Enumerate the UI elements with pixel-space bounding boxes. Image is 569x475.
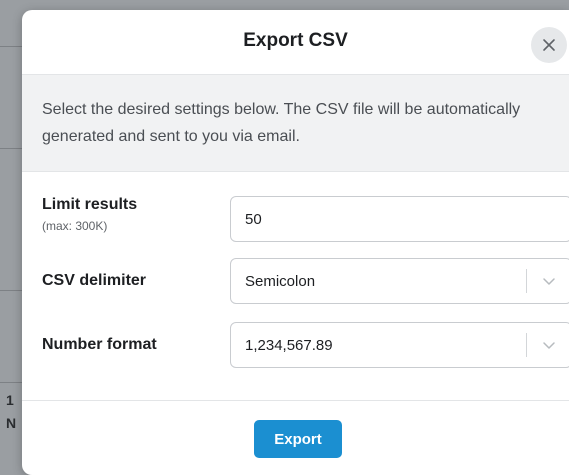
limit-results-row: Limit results (max: 300K) [42, 196, 569, 258]
number-format-select[interactable]: 1,234,567.89 [230, 322, 569, 368]
export-settings-form: Limit results (max: 300K) CSV delimiter … [22, 196, 569, 386]
dialog-title: Export CSV [243, 30, 348, 51]
number-format-value: 1,234,567.89 [245, 336, 333, 354]
close-icon [543, 39, 555, 51]
csv-delimiter-label: CSV delimiter [42, 272, 147, 289]
export-button[interactable]: Export [254, 420, 342, 458]
background-divider [0, 148, 22, 149]
background-divider [0, 46, 22, 47]
number-format-label: Number format [42, 336, 157, 353]
export-csv-dialog: Export CSV Select the desired settings b… [22, 10, 569, 475]
dialog-header: Export CSV [22, 10, 569, 74]
chevron-down-icon[interactable] [527, 341, 569, 350]
info-band: Select the desired settings below. The C… [22, 74, 569, 172]
csv-delimiter-label-group: CSV delimiter [42, 258, 212, 290]
dialog-footer: Export [22, 400, 569, 475]
close-button[interactable] [531, 27, 567, 63]
csv-delimiter-row: CSV delimiter Semicolon [42, 258, 569, 322]
limit-results-input[interactable] [230, 196, 569, 242]
limit-results-hint: (max: 300K) [42, 219, 108, 233]
background-glyph: 1 [6, 392, 14, 408]
number-format-label-group: Number format [42, 322, 212, 354]
number-format-row: Number format 1,234,567.89 [42, 322, 569, 386]
limit-results-label-group: Limit results (max: 300K) [42, 196, 212, 233]
csv-delimiter-value: Semicolon [245, 272, 316, 290]
background-divider [0, 382, 22, 383]
dialog-description: Select the desired settings below. The C… [42, 101, 521, 145]
background-glyph: N [6, 415, 17, 431]
chevron-down-icon[interactable] [527, 277, 569, 286]
background-divider [0, 290, 22, 291]
csv-delimiter-select[interactable]: Semicolon [230, 258, 569, 304]
limit-results-label: Limit results [42, 196, 138, 213]
